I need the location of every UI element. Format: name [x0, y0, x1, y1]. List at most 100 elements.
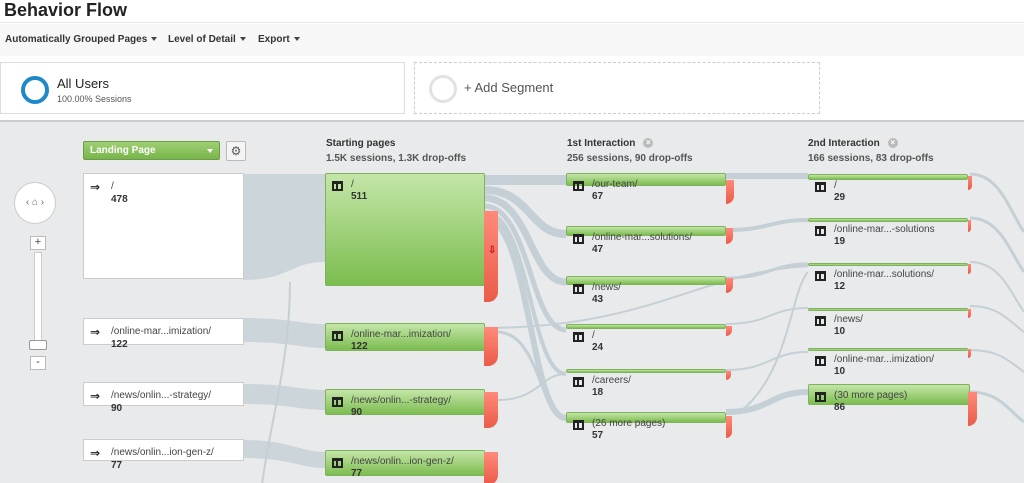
starting-page-node[interactable]: / 511 [325, 173, 485, 286]
report-toolbar: Automatically Grouped Pages Level of Det… [0, 24, 1024, 56]
node-name: (26 more pages) [592, 418, 666, 429]
home-icon[interactable]: ⌂ [32, 197, 38, 208]
second-to-third-flows [969, 172, 1024, 424]
page-icon [332, 397, 343, 407]
node-count: 67 [592, 191, 604, 202]
second-interaction-node[interactable]: /news/ 10 [808, 308, 968, 337]
page-icon [332, 181, 343, 191]
second-interaction-node[interactable]: / 29 [808, 174, 968, 203]
second-interaction-node[interactable]: /online-mar...-solutions 19 [808, 218, 968, 247]
second-interaction-node[interactable]: /online-mar...imization/ 10 [808, 348, 968, 377]
column-title-second-label: 2nd Interaction [808, 138, 880, 149]
node-name: (30 more pages) [834, 390, 908, 401]
dropoff-indicator[interactable] [968, 176, 972, 190]
header-divider [0, 22, 1024, 23]
entrance-arrow-icon: ⇒ [90, 180, 101, 194]
node-count: 19 [834, 236, 846, 247]
first-interaction-node[interactable]: /online-mar...solutions/ 47 [566, 226, 726, 255]
dropoff-indicator[interactable] [484, 452, 498, 483]
pan-control[interactable]: ‹ ⌂ › [14, 182, 56, 224]
add-segment-label: + Add Segment [464, 80, 554, 95]
landing-page-count: 478 [111, 194, 128, 205]
flow-band [725, 389, 809, 415]
zoom-in-button[interactable]: + [30, 236, 46, 250]
landing-page-node[interactable]: ⇒ /online-mar...imization/ 122 [83, 318, 244, 350]
close-icon[interactable]: × [887, 138, 898, 148]
flow-band [496, 373, 567, 401]
node-count: 86 [834, 402, 846, 413]
zoom-out-button[interactable]: - [30, 356, 46, 370]
level-of-detail-menu[interactable]: Level of Detail [168, 34, 246, 45]
node-name: /online-mar...imization/ [351, 329, 452, 340]
first-interaction-node[interactable]: /news/ 43 [566, 276, 726, 305]
page-icon [815, 356, 826, 366]
first-interaction-node[interactable]: / 24 [566, 324, 726, 353]
second-interaction-node[interactable]: /online-mar...solutions/ 12 [808, 263, 968, 292]
page-icon [573, 181, 584, 191]
starting-page-node[interactable]: /news/onlin...ion-gen-z/ 77 [325, 450, 485, 479]
settings-button[interactable]: ⚙ [226, 141, 246, 161]
page-icon [815, 392, 826, 402]
entrance-arrow-icon: ⇒ [90, 325, 101, 339]
landing-page-name: /online-mar...imization/ [111, 326, 212, 337]
node-count: 90 [351, 407, 363, 418]
grouped-pages-menu[interactable]: Automatically Grouped Pages [5, 34, 158, 45]
flow-band [243, 174, 325, 280]
landing-page-node[interactable]: ⇒ /news/onlin...-strategy/ 90 [83, 382, 244, 414]
flow-band [725, 218, 809, 232]
landing-page-node[interactable]: ⇒ / 478 [83, 173, 244, 279]
node-name: /news/ [834, 314, 863, 325]
dropoff-indicator[interactable] [968, 392, 977, 426]
dropoff-indicator[interactable]: ⇩ [484, 211, 498, 302]
node-name: / [834, 180, 837, 191]
gear-icon: ⚙ [230, 144, 242, 158]
flow-band [969, 349, 1024, 373]
segment-name: All Users [57, 76, 110, 91]
starting-page-node[interactable]: /online-mar...imization/ 122 [325, 323, 485, 352]
dropoff-indicator[interactable] [968, 264, 971, 274]
dropoff-indicator[interactable] [484, 392, 498, 428]
node-name: /online-mar...-solutions [834, 224, 935, 235]
add-segment-button[interactable]: + Add Segment [414, 62, 820, 114]
node-count: 43 [592, 294, 604, 305]
landing-page-name: /news/onlin...-strategy/ [111, 390, 212, 401]
node-name: /online-mar...imization/ [834, 354, 935, 365]
zoom-slider-handle[interactable] [29, 340, 47, 350]
first-interaction-node[interactable]: (26 more pages) 57 [566, 412, 726, 441]
page-icon [573, 234, 584, 244]
flow-band [969, 172, 1024, 233]
node-name: / [351, 179, 354, 190]
first-interaction-node[interactable]: /careers/ 18 [566, 369, 726, 398]
dimension-select[interactable]: Landing Page [83, 141, 220, 160]
chevron-down-icon [151, 37, 158, 42]
segment-percentage: 100.00% Sessions [57, 94, 132, 104]
zoom-slider-track[interactable] [34, 252, 42, 348]
landing-page-name: / [111, 181, 114, 192]
node-count: 77 [351, 468, 363, 479]
landing-page-node[interactable]: ⇒ /news/onlin...ion-gen-z/ 77 [83, 439, 244, 471]
entrance-arrow-icon: ⇒ [90, 446, 101, 460]
segment-all-users[interactable]: All Users 100.00% Sessions [0, 62, 405, 114]
flow-band [969, 305, 1024, 333]
page-icon [815, 316, 826, 326]
flow-band [243, 384, 325, 410]
export-menu[interactable]: Export [258, 34, 300, 45]
node-name: /news/onlin...ion-gen-z/ [351, 456, 454, 467]
dropoff-indicator[interactable] [484, 327, 498, 366]
flow-canvas[interactable]: Landing Page ⚙ Starting pages 1.5K sessi… [0, 120, 1024, 483]
column-title-first-label: 1st Interaction [567, 138, 636, 149]
landing-page-count: 90 [111, 403, 123, 414]
landing-to-start-flows [243, 174, 325, 468]
flow-band [969, 216, 1024, 273]
column-title-first: 1st Interaction × [567, 138, 654, 149]
node-name: / [592, 330, 595, 341]
first-interaction-node[interactable]: /our-team/ 67 [566, 173, 726, 202]
dropoff-indicator[interactable] [968, 220, 971, 232]
starting-page-node[interactable]: /news/onlin...-strategy/ 90 [325, 389, 485, 418]
node-count: 47 [592, 244, 604, 255]
dropoff-indicator[interactable] [726, 416, 732, 438]
close-icon[interactable]: × [643, 138, 654, 148]
second-interaction-node[interactable]: (30 more pages) 86 [808, 384, 970, 413]
page-icon [332, 458, 343, 468]
flow-band [969, 261, 1024, 313]
